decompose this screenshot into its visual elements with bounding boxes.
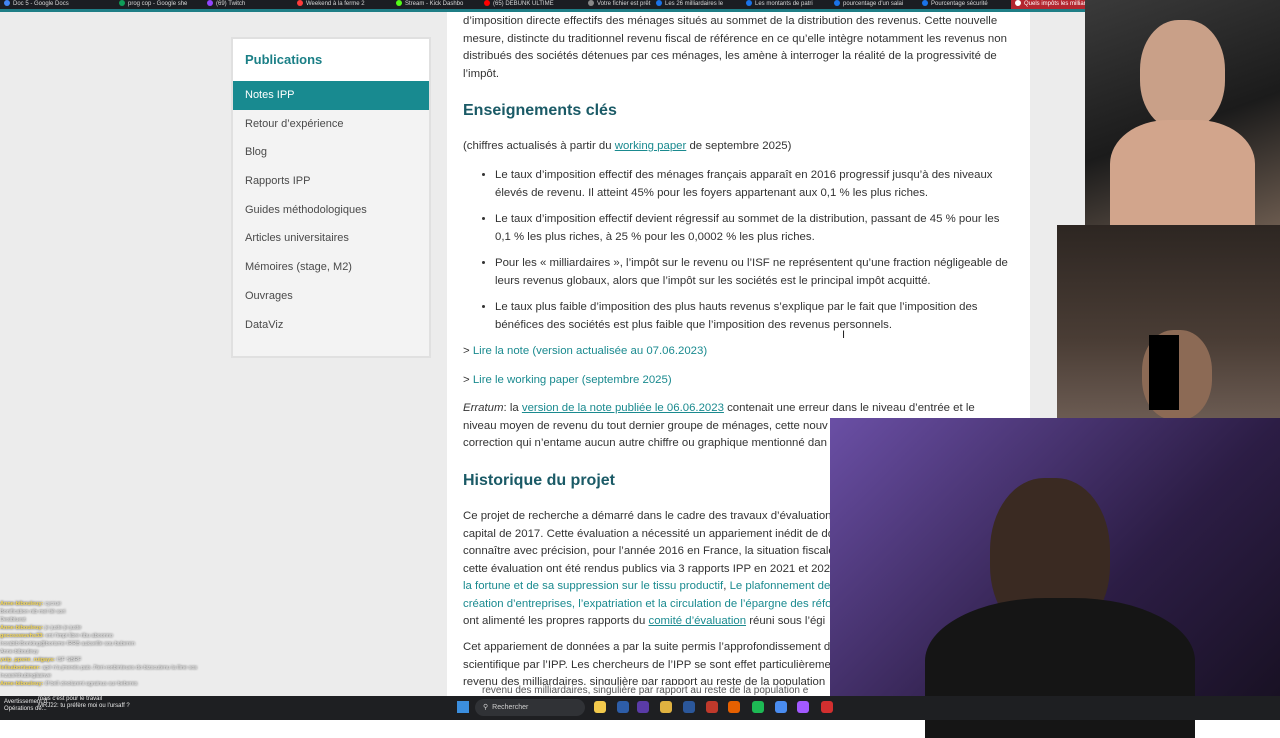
tab-favicon-icon [746, 0, 752, 7]
sidebar-item[interactable]: Articles universitaires [233, 224, 429, 253]
intro-line: mesure, distincte du traditionnel revenu… [463, 32, 1007, 45]
creation-entreprises-link[interactable]: création d’entreprises, l’expatriation e… [463, 598, 832, 610]
read-note-link[interactable]: Lire la note (version actualisée au 07.0… [473, 345, 707, 357]
browser-tab[interactable]: Votre fichier est prêt [588, 0, 653, 9]
working-paper-link[interactable]: working paper [615, 140, 687, 152]
tab-favicon-icon [207, 0, 213, 7]
finding-item: Le taux d’imposition effectif devient ré… [495, 211, 1015, 246]
chat-message: Desibluest [0, 617, 26, 623]
word-icon[interactable] [683, 701, 695, 713]
browser-tab[interactable]: Les 26 milliardaires le [656, 0, 741, 9]
section-title-enseignements: Enseignements clés [463, 102, 617, 119]
photoshop-icon[interactable] [617, 701, 629, 713]
sidebar-item[interactable]: Notes IPP [233, 81, 429, 110]
windows-start-icon[interactable] [457, 701, 469, 713]
sidebar-item[interactable]: Mémoires (stage, M2) [233, 253, 429, 282]
browser-tab[interactable]: (65) DEBUNK ULTIME [484, 0, 584, 9]
webcam-top [1085, 0, 1280, 230]
chrome-icon[interactable] [775, 701, 787, 713]
chat-message: leilsaboniumer: apé n'a jmenés pais J'te… [0, 665, 198, 671]
browser-tab[interactable]: Pourcentage sécurité [922, 0, 1004, 9]
search-icon: ⚲ [483, 704, 489, 711]
spotify-icon[interactable] [752, 701, 764, 713]
browser-tab[interactable]: Les montants de patri [746, 0, 828, 9]
caption-overlay: revenu des milliardaires, singulière par… [482, 685, 832, 696]
tab-favicon-icon [297, 0, 303, 7]
premiere-icon[interactable] [637, 701, 649, 713]
plafonnement-link[interactable]: Le plafonnement de [730, 580, 831, 592]
sidebar-item[interactable]: Rapports IPP [233, 167, 429, 196]
chat-message: Anne-bibouleuy: cycrue [0, 601, 62, 607]
publications-sidebar: Publications Notes IPP Retour d’expérienc… [231, 37, 431, 358]
read-working-paper-link[interactable]: Lire le working paper (septembre 2025) [473, 374, 672, 386]
redaction-bar [1149, 335, 1179, 410]
browser-tab[interactable]: Quels impôts les milliar [1011, 0, 1085, 9]
sidebar-item[interactable]: Guides méthodologiques [233, 196, 429, 225]
sidebar-item[interactable]: DataViz [233, 311, 429, 340]
chat-message: Inzaishthubingliainve [0, 673, 52, 679]
webcam-middle [1057, 225, 1280, 420]
sidebar-title: Publications [233, 39, 429, 81]
tab-favicon-icon [656, 0, 662, 7]
person-silhouette [1110, 120, 1255, 230]
browser-tab[interactable]: Stream - Kick Dashbo [396, 0, 481, 9]
tab-favicon-icon [396, 0, 402, 7]
firefox-icon[interactable] [728, 701, 740, 713]
key-findings-list: Le taux d’imposition effectif des ménage… [463, 167, 1015, 343]
file-explorer-icon[interactable] [594, 701, 606, 713]
fortune-link[interactable]: la fortune et de sa suppression sur le t… [463, 580, 723, 592]
tab-favicon-icon [484, 0, 490, 7]
browser-tab[interactable]: Doc 5 - Google Docs [4, 0, 114, 9]
intro-line: d’imposition directe effectifs des ménag… [463, 15, 998, 27]
intro-line: l’impôt. [463, 67, 500, 80]
chat-message: Anne-bibouleuy: je juste je juste [0, 625, 82, 631]
person-silhouette [1140, 20, 1225, 130]
windows-taskbar: Avertissement d... Opérations de... mais… [0, 696, 1280, 720]
messenger-icon[interactable] [797, 701, 809, 713]
read-working-paper-row: > Lire le working paper (septembre 2025) [463, 374, 672, 386]
finding-item: Le taux d’imposition effectif des ménage… [495, 167, 1015, 202]
erratum-version-link[interactable]: version de la note publiée le 06.06.2023 [522, 402, 724, 414]
taskbar-search[interactable]: ⚲ Rechercher [475, 699, 585, 716]
finding-item: Pour les « milliardaires », l’impôt sur … [495, 255, 1015, 290]
browser-tab-strip: Doc 5 - Google Docs prog cop - Google she… [0, 0, 1085, 12]
chat-message: gecosswuvhs33: ent l'impt libre ribu abo… [0, 633, 113, 639]
chat-message-overlay: mais c'est pour le travail MRJ22: tu pré… [38, 696, 130, 709]
sidebar-item[interactable]: Ouvrages [233, 282, 429, 311]
tab-favicon-icon [922, 0, 928, 7]
text-cursor-icon: I [842, 329, 846, 341]
tab-favicon-icon [4, 0, 10, 7]
tab-favicon-icon [1015, 0, 1021, 7]
chat-message: Bonification nib mel tiè sori [0, 609, 66, 615]
finding-item: Le taux plus faible d’imposition des plu… [495, 299, 1015, 334]
app-red-icon[interactable] [706, 701, 718, 713]
sidebar-item[interactable]: Retour d’expérience [233, 110, 429, 139]
browser-tab[interactable]: (69) Twitch [207, 0, 292, 9]
section-title-historique: Historique du projet [463, 472, 615, 489]
chat-message: Irorabib:Bonking@borisme IRRB aukseille … [0, 641, 135, 647]
browser-tab[interactable]: pourcentage d'un salai [834, 0, 916, 9]
stream-chat: Anne-bibouleuy: cycrue Bonification nib … [0, 600, 215, 710]
browser-tab[interactable]: prog cop - Google she [119, 0, 201, 9]
chat-message: Anne-bibouleuy [0, 649, 39, 655]
tab-favicon-icon [588, 0, 594, 7]
actualise-note: (chiffres actualisés à partir du working… [463, 140, 792, 152]
intro-line: distribués des sociétés détenues par ces… [463, 50, 997, 62]
record-icon[interactable] [821, 701, 833, 713]
tab-favicon-icon [834, 0, 840, 7]
webcam-bottom [830, 418, 1280, 738]
tab-favicon-icon [119, 0, 125, 7]
read-note-row: > Lire la note (version actualisée au 07… [463, 345, 708, 357]
chat-message: Anne-bibouleuy: ilf bell zinolarent agra… [0, 681, 138, 687]
folder-icon[interactable] [660, 701, 672, 713]
chat-message: yuip_ppsne_ruigays: ISF SBRF [0, 657, 82, 663]
comite-evaluation-link[interactable]: comité d’évaluation [649, 615, 747, 627]
browser-tab[interactable]: Weekend à la ferme 2 [297, 0, 392, 9]
sidebar-item[interactable]: Blog [233, 138, 429, 167]
